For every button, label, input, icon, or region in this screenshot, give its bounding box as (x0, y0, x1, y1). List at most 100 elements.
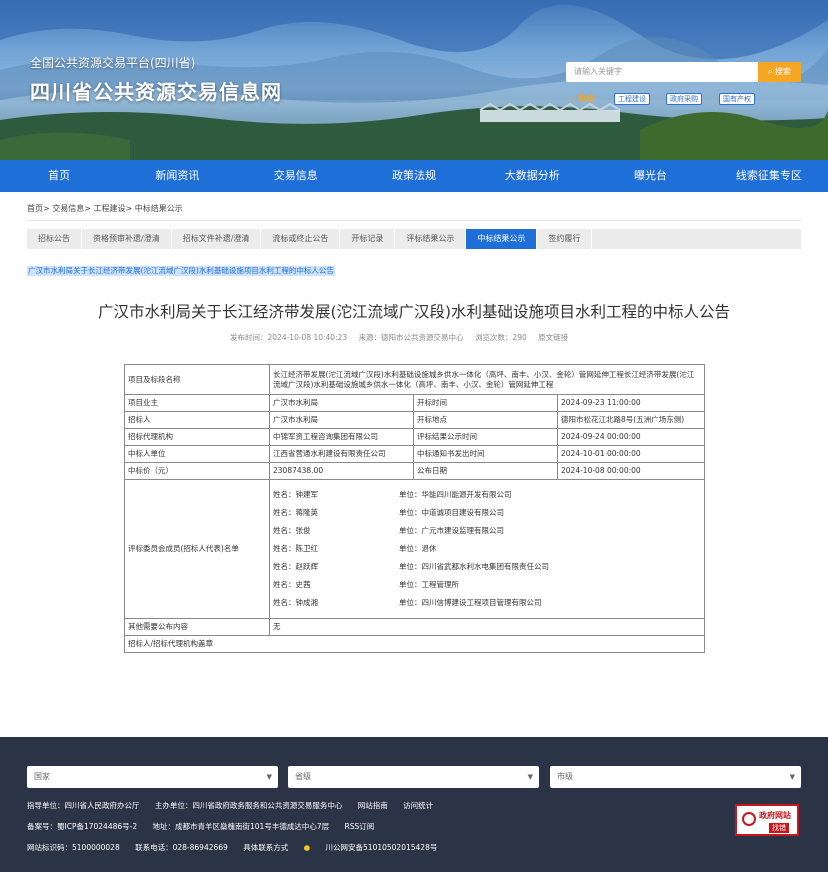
table-row: 中标价（元） 23087438.00 公布日期 2024-10-08 00:00… (124, 462, 705, 480)
footer-line-2: 备案号：蜀ICP备17024486号-2 地址：成都市青羊区燊槐南街101号丰德… (27, 821, 387, 832)
police-record-text: 川公网安备51010502015428号 (325, 843, 438, 852)
row-value: 广汉市水利局 (269, 394, 414, 412)
source: 来源：德阳市公共资源交易中心 (358, 333, 464, 342)
header-banner: 全国公共资源交易平台(四川省) 四川省公共资源交易信息网 请输入关键字 ⌕ 搜索… (0, 0, 828, 160)
member-unit: 单位：四川省武都水利水电集团有限责任公司 (399, 562, 549, 571)
footer-line-3: 网站标识码：5100000028 联系电话：028-86942669 具体联系方… (27, 842, 463, 853)
row-label: 中标价（元） (124, 462, 270, 480)
row-label: 招标代理机构 (124, 428, 270, 446)
province-site-select[interactable]: 省级 ▼ (288, 766, 539, 788)
police-record[interactable]: ● 川公网安备51010502015428号 (304, 843, 451, 852)
nav-policy[interactable]: 政策法规 (355, 160, 473, 192)
original-link[interactable]: 原文链接 (538, 333, 568, 342)
member-unit: 单位：广元市建设监理有限公司 (399, 526, 504, 535)
search-icon: ⌕ (767, 67, 773, 76)
hot-tag-procurement[interactable]: 政府采购 (666, 93, 702, 105)
member-name: 姓名：陈卫红 (273, 544, 318, 553)
site-title: 四川省公共资源交易信息网 (30, 80, 282, 104)
tab-failed-bid[interactable]: 流标或终止公告 (261, 229, 341, 249)
table-row: 项目及标段名称 长江经济带发展(沱江流域广汉段)水利基础设施城乡供水一体化（高坪… (124, 364, 705, 395)
notice-link[interactable]: 广汉市水利局关于长江经济带发展(沱江流域广汉段)水利基础设施项目水利工程的中标人… (27, 266, 335, 276)
select-value: 省级 (295, 772, 311, 781)
select-value: 国家 (34, 772, 50, 781)
search-button[interactable]: ⌕ 搜索 (758, 62, 801, 82)
row-label: 评标结果公示时间 (413, 428, 558, 446)
address: 地址：成都市青羊区燊槐南街101号丰德成达中心7层 (152, 822, 330, 831)
table-row: 中标人单位 江西省营通水利建设有限责任公司 中标通知书发出时间 2024-10-… (124, 445, 705, 463)
nav-news[interactable]: 新闻资讯 (118, 160, 236, 192)
rss-link[interactable]: RSS订阅 (345, 822, 375, 831)
nav-bigdata[interactable]: 大数据分析 (473, 160, 591, 192)
nav-exposure[interactable]: 曝光台 (591, 160, 709, 192)
chevron-down-icon: ▼ (527, 773, 533, 781)
member-unit: 单位：四川信博建设工程项目管理有限公司 (399, 598, 542, 607)
tab-prequal-addenda[interactable]: 资格预审补遗/澄清 (82, 229, 172, 249)
tab-evaluation-result[interactable]: 评标结果公示 (395, 229, 467, 249)
icp-number[interactable]: 备案号：蜀ICP备17024486号-2 (27, 822, 137, 831)
phone: 联系电话：028-86942669 (135, 843, 228, 852)
tab-opening-record[interactable]: 开标记录 (340, 229, 396, 249)
row-value: 23087438.00 (269, 462, 414, 480)
list-item: 姓名：蒋隆英 单位：中道诚项目建设有限公司 (273, 504, 701, 522)
tab-contract[interactable]: 签约履行 (537, 229, 593, 249)
badge-subtitle: 找错 (769, 823, 789, 833)
table-row: 其他需要公布内容 无 (124, 618, 705, 636)
project-label: 项目及标段名称 (124, 364, 270, 395)
hot-tag-property[interactable]: 国有产权 (719, 93, 755, 105)
member-unit: 单位：华能四川能源开发有限公司 (399, 490, 512, 499)
tab-tender-notice[interactable]: 招标公告 (27, 229, 82, 249)
country-site-select[interactable]: 国家 ▼ (27, 766, 278, 788)
city-site-select[interactable]: 市级 ▼ (550, 766, 801, 788)
row-value: 2024-10-01 00:00:00 (557, 445, 705, 463)
row-label: 公布日期 (413, 462, 558, 480)
row-value: 广汉市水利局 (269, 411, 414, 429)
member-unit: 单位：中道诚项目建设有限公司 (399, 508, 504, 517)
stats-link[interactable]: 访问统计 (403, 801, 433, 810)
guide-unit: 指导单位：四川省人民政府办公厅 (27, 801, 140, 810)
row-label: 中标人单位 (124, 445, 270, 463)
list-item: 姓名：史茜 单位：工程管理所 (273, 576, 701, 594)
page-title: 广汉市水利局关于长江经济带发展(沱江流域广汉段)水利基础设施项目水利工程的中标人… (97, 303, 731, 321)
row-value: 江西省营通水利建设有限责任公司 (269, 445, 414, 463)
site-guide-link[interactable]: 网站指南 (358, 801, 388, 810)
list-item: 姓名：张俊 单位：广元市建设监理有限公司 (273, 522, 701, 540)
member-name: 姓名：钟成湘 (273, 598, 318, 607)
view-count: 浏览次数：290 (474, 333, 527, 342)
committee-list: 姓名：钟建军 单位：华能四川能源开发有限公司 姓名：蒋隆英 单位：中道诚项目建设有限… (269, 479, 705, 619)
member-unit: 单位：工程管理所 (399, 580, 459, 589)
other-value: 无 (269, 618, 705, 636)
breadcrumb[interactable]: 首页> 交易信息> 工程建设> 中标结果公示 (27, 203, 183, 214)
nav-clues[interactable]: 线索征集专区 (710, 160, 828, 192)
member-name: 姓名：史茜 (273, 580, 311, 589)
host-unit: 主办单位：四川省政府政务服务和公共资源交易服务中心 (154, 801, 343, 810)
row-label: 中标通知书发出时间 (413, 445, 558, 463)
table-row: 招标人/招标代理机构盖章 (124, 635, 705, 653)
row-label: 开标时间 (413, 394, 558, 412)
nav-trading[interactable]: 交易信息 (237, 160, 355, 192)
fire-icon: ♨ (568, 94, 576, 103)
row-label: 开标地点 (413, 411, 558, 429)
hot-tag-engineering[interactable]: 工程建设 (614, 93, 650, 105)
tab-tender-doc-addenda[interactable]: 招标文件补遗/澄清 (172, 229, 262, 249)
row-value: 2024-10-08 00:00:00 (557, 462, 705, 480)
list-item: 姓名：钟成湘 单位：四川信博建设工程项目管理有限公司 (273, 594, 701, 612)
platform-name: 全国公共资源交易平台(四川省) (30, 56, 196, 70)
tab-award-result[interactable]: 中标结果公示 (466, 229, 538, 249)
nav-home[interactable]: 首页 (0, 160, 118, 192)
gov-error-report-badge[interactable]: 政府网站 找错 (735, 804, 799, 836)
search-button-label: 搜索 (775, 67, 792, 76)
list-item: 姓名：陈卫红 单位：退休 (273, 540, 701, 558)
footer-line-1: 指导单位：四川省人民政府办公厅 主办单位：四川省政府政务服务和公共资源交易服务中… (27, 800, 446, 811)
category-tabs: 招标公告 资格预审补遗/澄清 招标文件补遗/澄清 流标或终止公告 开标记录 评标… (27, 229, 801, 249)
magnifier-icon (742, 812, 756, 826)
contact-link[interactable]: 具体联系方式 (243, 843, 288, 852)
other-label: 其他需要公布内容 (124, 618, 270, 636)
row-value: 中锦军资工程咨询集团有限公司 (269, 428, 414, 446)
table-row: 招标代理机构 中锦军资工程咨询集团有限公司 评标结果公示时间 2024-09-2… (124, 428, 705, 446)
member-name: 姓名：赵跃辉 (273, 562, 318, 571)
publish-time: 发布时间：2024-10-08 10:40:23 (230, 333, 348, 342)
hot-search-label: ♨ 热搜: (568, 93, 597, 104)
member-unit: 单位：退休 (399, 544, 437, 553)
award-table: 项目及标段名称 长江经济带发展(沱江流域广汉段)水利基础设施城乡供水一体化（高坪… (124, 364, 705, 653)
search-input[interactable]: 请输入关键字 (566, 62, 758, 82)
